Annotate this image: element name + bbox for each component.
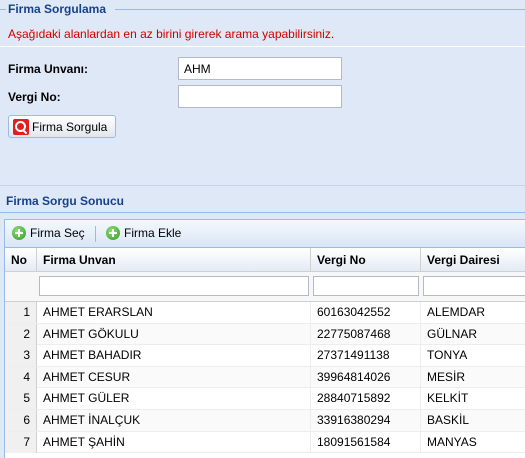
tax-office-cell: KELKİT bbox=[421, 388, 525, 409]
table-row[interactable]: 7 AHMET ŞAHİN 18091561584 MANYAS bbox=[5, 431, 525, 454]
add-company-button[interactable]: Firma Ekle bbox=[106, 225, 181, 243]
search-panel-title: Firma Sorgulama bbox=[8, 2, 107, 16]
row-number: 2 bbox=[5, 323, 37, 345]
tax-number-cell: 39964814026 bbox=[311, 366, 421, 388]
tax-number-cell: 28840715892 bbox=[311, 388, 421, 410]
grid-filter-row bbox=[5, 272, 525, 302]
row-number: 6 bbox=[5, 409, 37, 431]
column-header-tax-number[interactable]: Vergi No bbox=[311, 248, 421, 272]
tax-office-cell: GÜLNAR bbox=[421, 324, 525, 345]
tax-number-cell: 60163042552 bbox=[311, 302, 421, 323]
company-name-cell: AHMET BAHADIR bbox=[37, 345, 311, 367]
company-name-cell: AHMET CESUR bbox=[37, 366, 311, 388]
company-name-cell: AHMET GÜLER bbox=[37, 388, 311, 410]
tax-number-input[interactable] bbox=[178, 85, 342, 108]
tax-office-cell: MANYAS bbox=[421, 432, 525, 453]
table-row[interactable]: 6 AHMET İNALÇUK 33916380294 BASKİL bbox=[5, 409, 525, 432]
filter-tax-number-input[interactable] bbox=[313, 276, 419, 296]
select-company-button[interactable]: Firma Seç bbox=[12, 225, 85, 243]
grid-header: No Firma Unvan Vergi No Vergi Dairesi bbox=[5, 248, 525, 272]
column-header-company-name[interactable]: Firma Unvan bbox=[37, 248, 311, 272]
column-header-no[interactable]: No bbox=[5, 248, 37, 272]
tax-office-cell: MESİR bbox=[421, 367, 525, 388]
company-search-button-label: Firma Sorgula bbox=[32, 119, 108, 134]
toolbar-separator bbox=[95, 226, 96, 242]
search-results-panel: Firma Sorgu Sonucu Firma Seç Firma Ekle … bbox=[0, 186, 525, 458]
search-instruction-text: Aşağıdaki alanlardan en az birini girere… bbox=[8, 27, 335, 41]
company-name-cell: AHMET ERARSLAN bbox=[37, 302, 311, 323]
company-search-button[interactable]: Firma Sorgula bbox=[8, 115, 116, 138]
company-name-label: Firma Unvanı: bbox=[8, 62, 89, 76]
table-row[interactable]: 3 AHMET BAHADIR 27371491138 TONYA bbox=[5, 345, 525, 367]
table-row[interactable]: 1 AHMET ERARSLAN 60163042552 ALEMDAR bbox=[5, 302, 525, 324]
select-company-label: Firma Seç bbox=[30, 225, 85, 240]
results-panel-title: Firma Sorgu Sonucu bbox=[6, 194, 125, 208]
table-row[interactable]: 5 AHMET GÜLER 28840715892 KELKİT bbox=[5, 388, 525, 410]
table-row[interactable]: 4 AHMET CESUR 39964814026 MESİR bbox=[5, 366, 525, 389]
results-title-line bbox=[0, 212, 525, 213]
tax-office-cell: TONYA bbox=[421, 345, 525, 366]
divider bbox=[0, 46, 525, 47]
tax-number-cell: 18091561584 bbox=[311, 431, 421, 453]
grid-toolbar: Firma Seç Firma Ekle bbox=[5, 220, 525, 248]
row-number: 7 bbox=[5, 431, 37, 453]
company-name-cell: AHMET ŞAHİN bbox=[37, 431, 311, 453]
panel-title-line-right bbox=[115, 9, 525, 10]
column-header-tax-office[interactable]: Vergi Dairesi bbox=[421, 248, 525, 272]
filter-company-name-input[interactable] bbox=[39, 276, 309, 296]
tax-office-cell: ALEMDAR bbox=[421, 302, 525, 323]
tax-number-cell: 27371491138 bbox=[311, 345, 421, 367]
tax-number-label: Vergi No: bbox=[8, 90, 61, 104]
company-name-input[interactable] bbox=[178, 57, 342, 80]
tax-number-cell: 22775087468 bbox=[311, 323, 421, 345]
green-plus-icon bbox=[106, 225, 120, 240]
row-number: 5 bbox=[5, 388, 37, 410]
search-form-panel: Firma Sorgulama Aşağıdaki alanlardan en … bbox=[0, 0, 525, 186]
row-number: 1 bbox=[5, 302, 37, 323]
search-icon bbox=[13, 118, 29, 135]
company-name-cell: AHMET GÖKULU bbox=[37, 323, 311, 345]
tax-number-cell: 33916380294 bbox=[311, 409, 421, 431]
filter-tax-office-input[interactable] bbox=[423, 276, 525, 296]
add-company-label: Firma Ekle bbox=[124, 225, 182, 240]
company-name-cell: AHMET İNALÇUK bbox=[37, 409, 311, 431]
table-row[interactable]: 2 AHMET GÖKULU 22775087468 GÜLNAR bbox=[5, 323, 525, 346]
tax-office-cell: BASKİL bbox=[421, 410, 525, 431]
green-plus-icon bbox=[12, 225, 26, 240]
grid-body: 1 AHMET ERARSLAN 60163042552 ALEMDAR 2 A… bbox=[5, 302, 525, 454]
results-grid: Firma Seç Firma Ekle No Firma Unvan Verg… bbox=[4, 219, 525, 458]
row-number: 4 bbox=[5, 366, 37, 388]
row-number: 3 bbox=[5, 345, 37, 367]
